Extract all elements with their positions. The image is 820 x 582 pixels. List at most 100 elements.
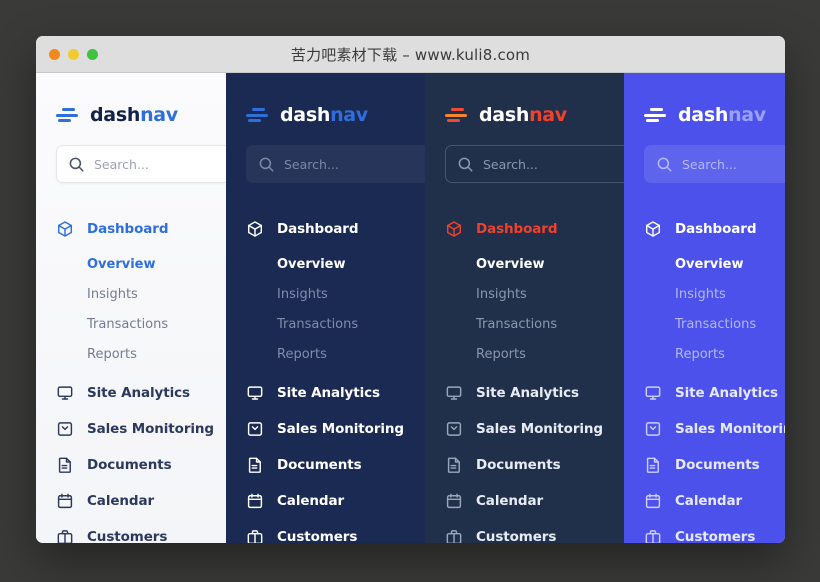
sidebar-panel-light: dashnav Search... Dashboard Overview Ins…	[36, 73, 226, 543]
sidebar-subitem-reports[interactable]: Reports	[425, 339, 624, 369]
sidebar-panel-slate: dashnav Search... Dashboard Overview Ins…	[425, 73, 624, 543]
sidebar-item-sales-monitoring[interactable]: Sales Monitoring	[226, 411, 425, 447]
sidebar-item-sales-monitoring[interactable]: Sales Monitoring	[624, 411, 785, 447]
sidebar-item-dashboard[interactable]: Dashboard	[226, 211, 425, 247]
sidebar-item-label: Calendar	[277, 493, 345, 509]
sidebar-item-documents[interactable]: Documents	[226, 447, 425, 483]
document-icon	[447, 457, 460, 473]
brand-logo-light[interactable]: dashnav	[36, 93, 226, 137]
brand-logo-indigo[interactable]: dashnav	[624, 93, 785, 137]
sidebar-item-label: Customers	[675, 529, 756, 543]
sidebar-nav-navy: Dashboard Overview Insights Transactions…	[226, 211, 425, 543]
sidebar-subnav-dashboard: Overview Insights Transactions Reports	[226, 249, 425, 369]
sidebar-item-calendar[interactable]: Calendar	[36, 483, 226, 519]
brand-logo-slate[interactable]: dashnav	[425, 93, 624, 137]
sidebar-item-calendar[interactable]: Calendar	[226, 483, 425, 519]
sidebar-subitem-transactions[interactable]: Transactions	[226, 309, 425, 339]
sidebar-item-documents[interactable]: Documents	[624, 447, 785, 483]
sidebar-item-site-analytics[interactable]: Site Analytics	[425, 375, 624, 411]
sidebar-subitem-transactions[interactable]: Transactions	[36, 309, 226, 339]
calendar-icon	[446, 493, 462, 509]
sidebar-item-site-analytics[interactable]: Site Analytics	[36, 375, 226, 411]
sidebar-item-label: Customers	[476, 529, 557, 543]
sidebar-subitem-label: Reports	[87, 346, 137, 362]
sidebar-item-calendar[interactable]: Calendar	[624, 483, 785, 519]
sidebar-nav-slate: Dashboard Overview Insights Transactions…	[425, 211, 624, 543]
sidebar-nav-indigo: Dashboard Overview Insights Transactions…	[624, 211, 785, 543]
search-input[interactable]: Search...	[644, 145, 785, 183]
sidebar-item-label: Calendar	[87, 493, 155, 509]
app-window: 苦力吧素材下载 – www.kuli8.com dashnav Search..…	[36, 36, 785, 543]
sidebar-item-site-analytics[interactable]: Site Analytics	[226, 375, 425, 411]
sidebar-subitem-overview[interactable]: Overview	[624, 249, 785, 279]
sidebar-subitem-insights[interactable]: Insights	[624, 279, 785, 309]
shopping-bag-icon	[247, 422, 263, 436]
document-icon	[248, 457, 261, 473]
sidebar-subitem-label: Overview	[675, 256, 744, 272]
shopping-bag-icon	[446, 422, 462, 436]
sidebar-subitem-reports[interactable]: Reports	[226, 339, 425, 369]
window-titlebar: 苦力吧素材下载 – www.kuli8.com	[36, 36, 785, 73]
sidebar-item-customers[interactable]: Customers	[36, 519, 226, 543]
sidebar-subitem-label: Reports	[277, 346, 327, 362]
sidebar-subitem-insights[interactable]: Insights	[226, 279, 425, 309]
sidebar-item-label: Dashboard	[675, 221, 757, 237]
sidebar-item-label: Documents	[87, 457, 172, 473]
sidebar-subitem-label: Overview	[476, 256, 545, 272]
search-input[interactable]: Search...	[246, 145, 425, 183]
sidebar-subitem-reports[interactable]: Reports	[624, 339, 785, 369]
sidebar-subitem-transactions[interactable]: Transactions	[624, 309, 785, 339]
search-placeholder: Search...	[94, 156, 149, 172]
box-icon	[645, 221, 661, 237]
sidebar-item-customers[interactable]: Customers	[226, 519, 425, 543]
sidebar-item-documents[interactable]: Documents	[36, 447, 226, 483]
document-icon	[58, 457, 71, 473]
sidebar-item-customers[interactable]: Customers	[425, 519, 624, 543]
sidebar-item-label: Dashboard	[277, 221, 359, 237]
sidebar-item-label: Dashboard	[476, 221, 558, 237]
sidebar-subitem-reports[interactable]: Reports	[36, 339, 226, 369]
sidebar-item-sales-monitoring[interactable]: Sales Monitoring	[425, 411, 624, 447]
sidebar-item-label: Sales Monitoring	[675, 421, 785, 437]
sidebar-item-documents[interactable]: Documents	[425, 447, 624, 483]
sidebar-item-label: Calendar	[476, 493, 544, 509]
sidebar-item-calendar[interactable]: Calendar	[425, 483, 624, 519]
sidebar-subitem-overview[interactable]: Overview	[36, 249, 226, 279]
stacked-bars-logo-icon	[56, 107, 78, 123]
sidebar-subitem-insights[interactable]: Insights	[36, 279, 226, 309]
brand-logo-navy[interactable]: dashnav	[226, 93, 425, 137]
sidebar-item-label: Sales Monitoring	[277, 421, 404, 437]
calendar-icon	[57, 493, 73, 509]
sidebar-item-label: Site Analytics	[675, 385, 778, 401]
search-input[interactable]: Search...	[445, 145, 624, 183]
zoom-window-button[interactable]	[87, 48, 98, 60]
sidebar-item-label: Calendar	[675, 493, 743, 509]
sidebar-item-sales-monitoring[interactable]: Sales Monitoring	[36, 411, 226, 447]
minimize-window-button[interactable]	[68, 48, 79, 60]
box-icon	[247, 221, 263, 237]
sidebar-panel-navy: dashnav Search... Dashboard Overview Ins…	[226, 73, 425, 543]
search-icon	[458, 157, 473, 171]
monitor-icon	[446, 386, 462, 400]
sidebar-item-dashboard[interactable]: Dashboard	[624, 211, 785, 247]
sidebar-item-label: Site Analytics	[87, 385, 190, 401]
search-placeholder: Search...	[284, 156, 339, 172]
sidebar-subitem-overview[interactable]: Overview	[425, 249, 624, 279]
close-window-button[interactable]	[49, 48, 60, 60]
sidebar-subitem-transactions[interactable]: Transactions	[425, 309, 624, 339]
sidebar-subitem-overview[interactable]: Overview	[226, 249, 425, 279]
sidebar-subitem-label: Insights	[675, 286, 726, 302]
sidebar-item-label: Customers	[277, 529, 358, 543]
sidebar-item-dashboard[interactable]: Dashboard	[36, 211, 226, 247]
sidebar-subitem-insights[interactable]: Insights	[425, 279, 624, 309]
sidebar-item-label: Sales Monitoring	[476, 421, 603, 437]
sidebar-item-customers[interactable]: Customers	[624, 519, 785, 543]
sidebar-subitem-label: Transactions	[675, 316, 757, 332]
sidebar-item-label: Documents	[675, 457, 760, 473]
search-input[interactable]: Search...	[56, 145, 226, 183]
document-icon	[646, 457, 659, 473]
sidebar-item-site-analytics[interactable]: Site Analytics	[624, 375, 785, 411]
sidebar-item-label: Site Analytics	[476, 385, 579, 401]
sidebar-item-dashboard[interactable]: Dashboard	[425, 211, 624, 247]
monitor-icon	[247, 386, 263, 400]
